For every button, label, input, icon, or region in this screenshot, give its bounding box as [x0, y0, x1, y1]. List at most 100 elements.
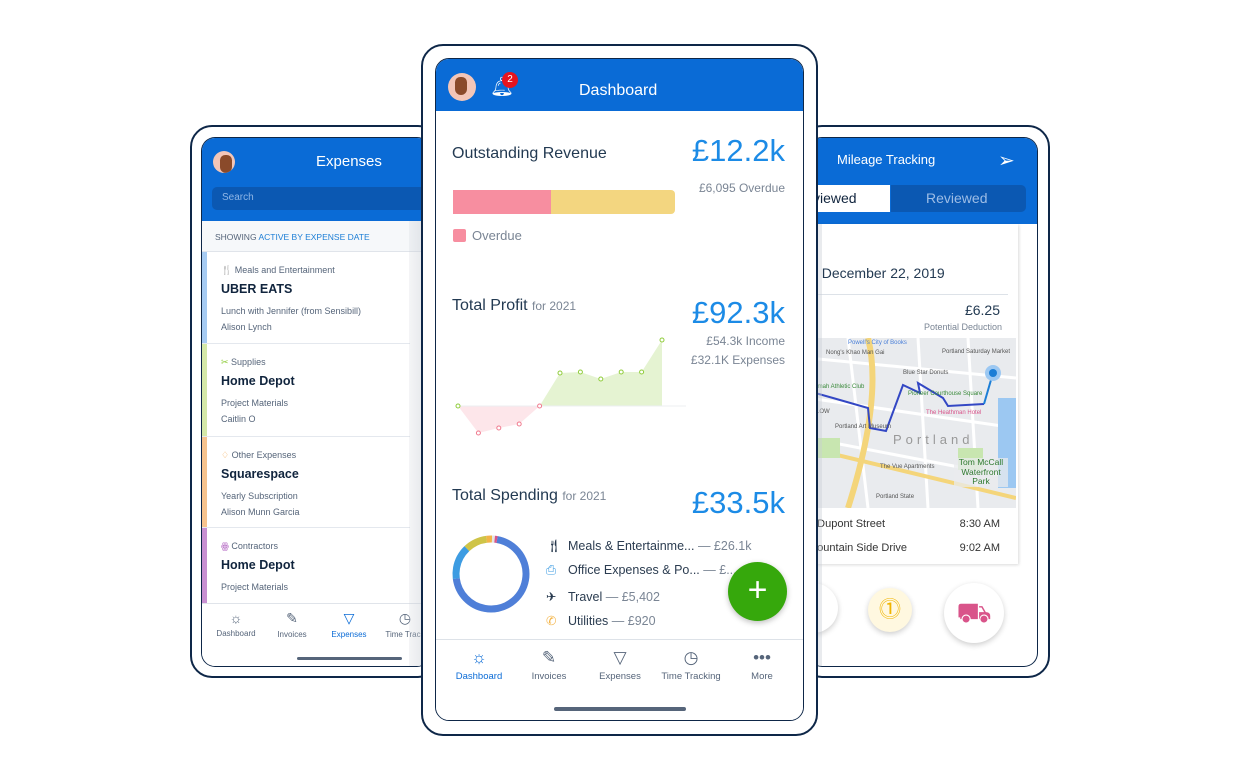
- expenses-header: Expenses Search: [202, 138, 431, 221]
- profit-point: [537, 403, 543, 409]
- profit-point: [598, 376, 604, 382]
- profit-point: [455, 403, 461, 409]
- filter-bar[interactable]: SHOWING ACTIVE BY EXPENSE DATE: [202, 221, 431, 252]
- invoice-icon: ✎: [286, 610, 298, 626]
- tab-dashboard[interactable]: ☼ Dashboard: [444, 648, 514, 682]
- tab-more[interactable]: ••• More: [727, 648, 797, 682]
- home-indicator: [297, 657, 402, 660]
- sunrise-icon: ☼: [471, 648, 487, 667]
- utensils-icon: 🍴︎: [546, 539, 562, 553]
- item-category: Contractors: [231, 541, 278, 551]
- home-indicator: [554, 707, 686, 711]
- add-button[interactable]: +: [728, 562, 787, 621]
- item-name: Home Depot: [221, 558, 295, 572]
- profit-title: Total Profit for 2021: [452, 297, 577, 314]
- expenses-tab-bar: ☼ Dashboard ✎ Invoices ▽ Expenses ◷ Time Tra…: [202, 603, 431, 666]
- outstanding-title: Outstanding Revenue: [452, 145, 607, 162]
- filter-prefix: SHOWING: [215, 232, 257, 242]
- map-label: Portland Art Museum: [835, 424, 891, 430]
- map-label: Portland Saturday Market: [942, 349, 1010, 355]
- tab-invoices[interactable]: ✎ Invoices: [268, 610, 316, 639]
- expense-item[interactable]: 🍴 Meals and Entertainment UBER EATS Lunch …: [202, 252, 410, 344]
- tab-time-tracking[interactable]: ◷ Time Tracking: [655, 648, 727, 682]
- tab-expenses[interactable]: ▽ Expenses: [324, 610, 374, 639]
- expense-item[interactable]: ꙮ Contractors Home Depot Project Materials: [202, 528, 410, 603]
- item-name: Home Depot: [221, 374, 295, 388]
- map-label: Nong's Khao Man Gai: [826, 350, 885, 356]
- profit-point: [496, 425, 502, 431]
- deduction-amount: £6.25: [964, 302, 1000, 318]
- profit-point: [475, 430, 481, 436]
- dashboard-title: Dashboard: [579, 82, 658, 99]
- segment-reviewed[interactable]: Reviewed: [891, 185, 1026, 212]
- item-desc: Project Materials: [221, 398, 289, 408]
- expenses-screen: Expenses Search SHOWING ACTIVE BY EXPENS…: [201, 137, 431, 667]
- people-icon: ꙮ: [221, 541, 232, 551]
- send-icon[interactable]: ➢: [998, 148, 1015, 173]
- invoice-icon: ✎: [541, 648, 557, 667]
- item-person: Alison Munn Garcia: [221, 507, 300, 517]
- overdue-legend: Overdue: [472, 228, 522, 243]
- deduction-label: Potential Deduction: [923, 322, 1002, 332]
- outstanding-bar: [453, 190, 675, 214]
- spending-donut: [452, 535, 530, 613]
- legend-item: 🍴︎ Meals & Entertainme... — £26.1k: [546, 539, 752, 553]
- donut-slice: [452, 535, 530, 613]
- item-person: Caitlin O: [221, 414, 256, 424]
- segment-unreviewed[interactable]: viewed: [808, 185, 890, 212]
- phone-icon: ✆: [546, 614, 557, 628]
- legend-item: ✆ Utilities — £920: [546, 614, 656, 628]
- profit-point: [639, 369, 645, 375]
- dashboard-header: 🔔︎ 2 Dashboard: [436, 59, 803, 111]
- map-label: The Heathman Hotel: [926, 410, 981, 416]
- truck-icon[interactable]: ⛟: [944, 583, 1004, 643]
- avatar[interactable]: [213, 151, 235, 173]
- mileage-screen: Mileage Tracking ➢ viewed Reviewed y, De…: [808, 137, 1038, 667]
- profit-point: [577, 369, 583, 375]
- tab-invoices[interactable]: ✎ Invoices: [514, 648, 584, 682]
- sunrise-icon: ☼: [229, 610, 243, 626]
- divider: [808, 294, 1008, 295]
- item-desc: Lunch with Jennifer (from Sensibill): [221, 306, 362, 316]
- printer-icon: ⎙: [546, 563, 557, 577]
- donut-slice: [452, 535, 530, 613]
- overdue-fill: [453, 190, 551, 214]
- warning-icon[interactable]: ⓵: [868, 588, 912, 632]
- mileage-title: Mileage Tracking: [837, 152, 936, 167]
- trip-date: y, December 22, 2019: [808, 265, 945, 281]
- map-label: Blue Star Donuts: [903, 370, 948, 376]
- item-category: Other Expenses: [231, 450, 297, 460]
- overdue-swatch: [453, 229, 466, 242]
- scissors-icon: ✂: [221, 357, 232, 367]
- dashboard-screen: 🔔︎ 2 Dashboard Outstanding Revenue £12.2…: [435, 58, 804, 721]
- map-label: Pioneer Courthouse Square: [908, 391, 983, 397]
- profit-chart: [455, 337, 686, 436]
- avatar[interactable]: [448, 73, 476, 101]
- tab-expenses[interactable]: ▽ Expenses: [585, 648, 655, 682]
- item-name: Squarespace: [221, 467, 299, 481]
- map-label-waterfront-park: Tom McCall Waterfront Park: [954, 457, 1008, 487]
- tags-icon: ♢: [221, 450, 232, 460]
- profit-point: [516, 421, 522, 427]
- profit-income: £54.3k Income: [706, 334, 785, 348]
- profit-amount: £92.3k: [691, 295, 785, 330]
- profit-expenses: £32.1K Expenses: [690, 353, 785, 367]
- search-input[interactable]: Search: [212, 187, 431, 210]
- utensils-icon: 🍴: [221, 265, 235, 275]
- expense-item[interactable]: ✂ Supplies Home Depot Project Materials Cai…: [202, 344, 410, 437]
- donut-slice: [452, 535, 530, 613]
- donut-slice: [452, 535, 530, 613]
- expense-item[interactable]: ♢ Other Expenses Squarespace Yearly Subscr…: [202, 437, 410, 528]
- profit-point: [557, 370, 563, 376]
- pizza-icon: ▽: [613, 648, 627, 667]
- legend-item: ✈ Travel — £5,402: [546, 590, 660, 604]
- trip-end-address: Mountain Side Drive: [808, 542, 908, 554]
- tab-dashboard[interactable]: ☼ Dashboard: [212, 610, 260, 638]
- spending-title: Total Spending for 2021: [452, 487, 607, 504]
- map-label: Portland: [893, 432, 973, 447]
- trip-card[interactable]: y, December 22, 2019 £6.25 s Potential D…: [808, 224, 1018, 564]
- map-label: Portland State: [876, 494, 915, 500]
- item-category: Supplies: [231, 357, 266, 367]
- donut-slice: [452, 535, 530, 613]
- notification-badge: 2: [502, 72, 518, 88]
